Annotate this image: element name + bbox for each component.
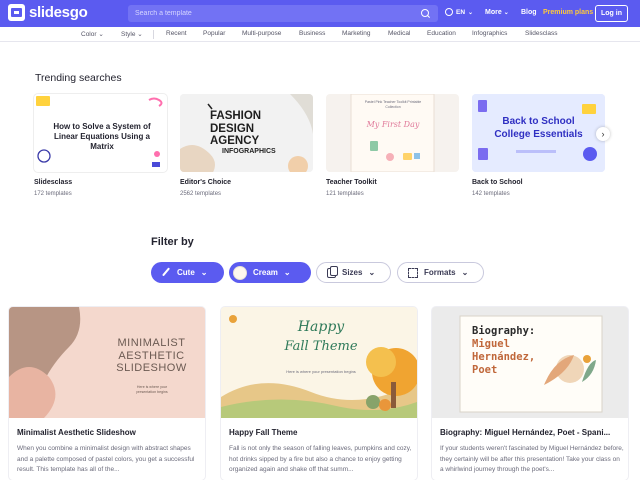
login-button[interactable]: Log in — [595, 5, 628, 22]
template-thumbnail: Biography: Miguel Hernández, Poet — [432, 307, 628, 418]
template-card[interactable]: Happy Fall Theme Here is where your pres… — [221, 307, 417, 480]
chevron-down-icon: ⌄ — [200, 268, 208, 277]
more-menu[interactable]: More ⌄ — [485, 9, 509, 16]
category-medical[interactable]: Medical — [388, 30, 410, 37]
filter-chip-sizes[interactable]: Sizes ⌄ — [316, 262, 391, 283]
chevron-down-icon: ⌄ — [137, 31, 143, 38]
template-thumbnail: Happy Fall Theme Here is where your pres… — [221, 307, 417, 418]
trending-count: 142 templates — [472, 191, 510, 197]
category-business[interactable]: Business — [299, 30, 325, 37]
trending-thumbnail: FASHION DESIGN AGENCY INFOGRAPHICS — [180, 94, 313, 172]
logo-icon — [8, 4, 25, 21]
color-swatch-icon — [233, 265, 247, 280]
category-multi-purpose[interactable]: Multi-purpose — [242, 30, 281, 37]
category-slidesclass[interactable]: Slidesclass — [525, 30, 558, 37]
category-label: Style — [121, 31, 136, 38]
blog-link[interactable]: Blog — [521, 9, 537, 16]
trending-count: 172 templates — [34, 191, 72, 197]
category-label: Color — [81, 31, 97, 38]
trending-card-teacher-toolkit[interactable]: Pastel Pink Teacher Toolkit Printable Co… — [326, 94, 459, 197]
chip-label: Sizes — [342, 268, 363, 277]
template-card[interactable]: Biography: Miguel Hernández, Poet Biogra… — [432, 307, 628, 480]
chip-label: Cute — [177, 268, 195, 277]
language-label: EN — [456, 8, 466, 16]
thumbnail-title: Happy — [297, 319, 345, 335]
template-description: If your students weren't fascinated by M… — [440, 445, 624, 473]
slidesgo-logo[interactable]: slidesgo — [8, 4, 88, 21]
category-recent[interactable]: Recent — [166, 30, 187, 37]
thumbnail-subtitle: College Essentials — [494, 129, 583, 140]
trending-card-editors-choice[interactable]: FASHION DESIGN AGENCY INFOGRAPHICS Edito… — [180, 94, 313, 197]
filter-chip-cute[interactable]: Cute ⌄ — [151, 262, 224, 283]
template-description: Fall is not only the season of falling l… — [229, 445, 412, 473]
top-navigation-bar: slidesgo EN ⌄ More ⌄ Blog Premium plans … — [0, 0, 640, 27]
trending-thumbnail: Pastel Pink Teacher Toolkit Printable Co… — [326, 94, 459, 172]
trending-thumbnail: How to Solve a System of Linear Equation… — [34, 94, 167, 172]
trending-thumbnail: Back to School College Essentials — [472, 94, 605, 172]
category-infographics[interactable]: Infographics — [472, 30, 507, 37]
chevron-down-icon: ⌄ — [98, 31, 104, 38]
chevron-down-icon: ⌄ — [368, 268, 376, 277]
category-marketing[interactable]: Marketing — [342, 30, 371, 37]
thumbnail-title: MINIMALIST AESTHETIC SLIDESHOW — [116, 337, 187, 374]
thumbnail-title: Biography: Miguel Hernández, Poet — [472, 325, 552, 377]
search-input[interactable] — [135, 10, 405, 17]
category-popular[interactable]: Popular — [203, 30, 225, 37]
chevron-right-icon: › — [601, 129, 605, 139]
brush-icon — [161, 268, 171, 278]
chevron-down-icon: ⌄ — [503, 10, 509, 16]
formats-icon — [408, 267, 418, 278]
category-color-dropdown[interactable]: Color ⌄ — [81, 30, 104, 38]
template-card[interactable]: MINIMALIST AESTHETIC SLIDESHOW Here is w… — [9, 307, 205, 480]
language-selector[interactable]: EN ⌄ — [445, 8, 473, 16]
template-description: When you combine a minimalist design wit… — [17, 445, 195, 473]
carousel-next-button[interactable]: › — [596, 127, 610, 141]
trending-card-back-to-school[interactable]: Back to School College Essentials Back t… — [472, 94, 605, 197]
template-title[interactable]: Minimalist Aesthetic Slideshow — [17, 428, 199, 437]
template-title[interactable]: Biography: Miguel Hernández, Poet - Span… — [440, 428, 622, 437]
template-thumbnail: MINIMALIST AESTHETIC SLIDESHOW Here is w… — [9, 307, 205, 418]
thumbnail-subtitle: INFOGRAPHICS — [222, 148, 276, 155]
thumbnail-title-line2: Miguel — [472, 338, 510, 350]
search-bar[interactable] — [128, 5, 438, 22]
filter-chip-formats[interactable]: Formats ⌄ — [397, 262, 484, 283]
more-label: More — [485, 9, 502, 16]
trending-searches-heading: Trending searches — [35, 72, 122, 84]
sizes-icon — [327, 265, 338, 278]
thumbnail-title-line1: Biography: — [472, 325, 536, 337]
filter-chip-cream[interactable]: Cream ⌄ — [229, 262, 311, 283]
thumbnail-subtitle: Here is where your presentation begins — [136, 385, 168, 394]
category-divider — [153, 30, 154, 39]
category-style-dropdown[interactable]: Style ⌄ — [121, 30, 143, 38]
category-education[interactable]: Education — [427, 30, 456, 37]
thumbnail-small-text: Pastel Pink Teacher Toolkit Printable Co… — [364, 100, 422, 109]
chevron-down-icon: ⌄ — [468, 9, 474, 16]
trending-count: 121 templates — [326, 191, 364, 197]
premium-plans-link[interactable]: Premium plans — [543, 9, 593, 16]
trending-name: Slidesclass — [34, 179, 73, 186]
trending-name: Editor's Choice — [180, 179, 232, 186]
globe-icon — [445, 8, 453, 16]
trending-name: Teacher Toolkit — [326, 179, 377, 186]
thumbnail-title-line2: Fall Theme — [284, 339, 358, 354]
trending-card-slidesclass[interactable]: How to Solve a System of Linear Equation… — [34, 94, 167, 197]
thumbnail-title: My First Day — [366, 120, 420, 129]
thumbnail-title: Back to School — [502, 116, 575, 127]
logo-text: slidesgo — [29, 4, 88, 21]
template-title[interactable]: Happy Fall Theme — [229, 428, 411, 437]
trending-name: Back to School — [472, 179, 523, 186]
trending-count: 2562 templates — [180, 191, 222, 197]
chip-label: Formats — [424, 268, 456, 277]
thumbnail-title-line3: Hernández, — [472, 351, 536, 363]
search-icon[interactable] — [421, 9, 429, 17]
thumbnail-title: FASHION DESIGN AGENCY — [210, 110, 262, 147]
chevron-down-icon: ⌄ — [283, 268, 291, 277]
category-navigation: Color ⌄ Style ⌄ Recent Popular Multi-pur… — [0, 27, 640, 42]
filter-by-heading: Filter by — [151, 236, 194, 248]
chevron-down-icon: ⌄ — [461, 268, 469, 277]
thumbnail-subtitle: Here is where your presentation begins — [286, 369, 356, 374]
chip-label: Cream — [253, 268, 278, 277]
thumbnail-title-line4: Poet — [472, 364, 498, 376]
thumbnail-title: How to Solve a System of Linear Equation… — [53, 122, 151, 151]
